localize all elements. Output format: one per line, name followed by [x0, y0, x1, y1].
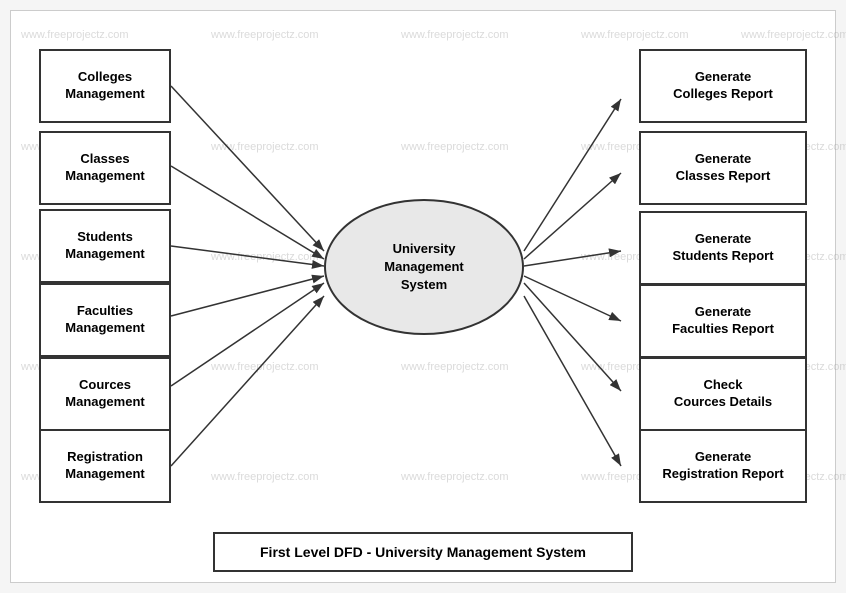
- gen-registration-label: GenerateRegistration Report: [662, 449, 783, 483]
- watermark: www.freeprojectz.com: [741, 29, 846, 41]
- watermark: www.freeprojectz.com: [211, 29, 319, 41]
- watermark: www.freeprojectz.com: [401, 141, 509, 153]
- diagram-inner: www.freeprojectz.com www.freeprojectz.co…: [11, 11, 835, 582]
- faculties-management-box: FacultiesManagement: [39, 283, 171, 357]
- gen-faculties-label: GenerateFaculties Report: [672, 304, 774, 338]
- cources-mgmt-label: CourcesManagement: [65, 377, 144, 411]
- check-cources-box: CheckCources Details: [639, 357, 807, 431]
- watermark: www.freeprojectz.com: [211, 251, 319, 263]
- gen-classes-report-box: GenerateClasses Report: [639, 131, 807, 205]
- gen-registration-report-box: GenerateRegistration Report: [639, 429, 807, 503]
- gen-students-label: GenerateStudents Report: [672, 231, 773, 265]
- caption-text: First Level DFD - University Management …: [260, 544, 586, 560]
- cources-management-box: CourcesManagement: [39, 357, 171, 431]
- diagram-container: www.freeprojectz.com www.freeprojectz.co…: [10, 10, 836, 583]
- registration-mgmt-label: RegistrationManagement: [65, 449, 144, 483]
- gen-classes-label: GenerateClasses Report: [676, 151, 771, 185]
- watermark: www.freeprojectz.com: [401, 471, 509, 483]
- caption-box: First Level DFD - University Management …: [213, 532, 633, 572]
- colleges-management-box: CollegesManagement: [39, 49, 171, 123]
- watermark: www.freeprojectz.com: [581, 29, 689, 41]
- colleges-mgmt-label: CollegesManagement: [65, 69, 144, 103]
- faculties-mgmt-label: FacultiesManagement: [65, 303, 144, 337]
- check-cources-label: CheckCources Details: [674, 377, 772, 411]
- watermark: www.freeprojectz.com: [21, 29, 129, 41]
- registration-management-box: RegistrationManagement: [39, 429, 171, 503]
- watermark: www.freeprojectz.com: [401, 29, 509, 41]
- center-label: UniversityManagementSystem: [384, 240, 463, 295]
- watermark: www.freeprojectz.com: [211, 141, 319, 153]
- gen-colleges-report-box: GenerateColleges Report: [639, 49, 807, 123]
- watermark: www.freeprojectz.com: [211, 361, 319, 373]
- watermark: www.freeprojectz.com: [401, 361, 509, 373]
- classes-mgmt-label: ClassesManagement: [65, 151, 144, 185]
- students-management-box: StudentsManagement: [39, 209, 171, 283]
- watermark: www.freeprojectz.com: [211, 471, 319, 483]
- gen-colleges-label: GenerateColleges Report: [673, 69, 773, 103]
- gen-faculties-report-box: GenerateFaculties Report: [639, 284, 807, 358]
- gen-students-report-box: GenerateStudents Report: [639, 211, 807, 285]
- center-ellipse: UniversityManagementSystem: [324, 199, 524, 335]
- classes-management-box: ClassesManagement: [39, 131, 171, 205]
- students-mgmt-label: StudentsManagement: [65, 229, 144, 263]
